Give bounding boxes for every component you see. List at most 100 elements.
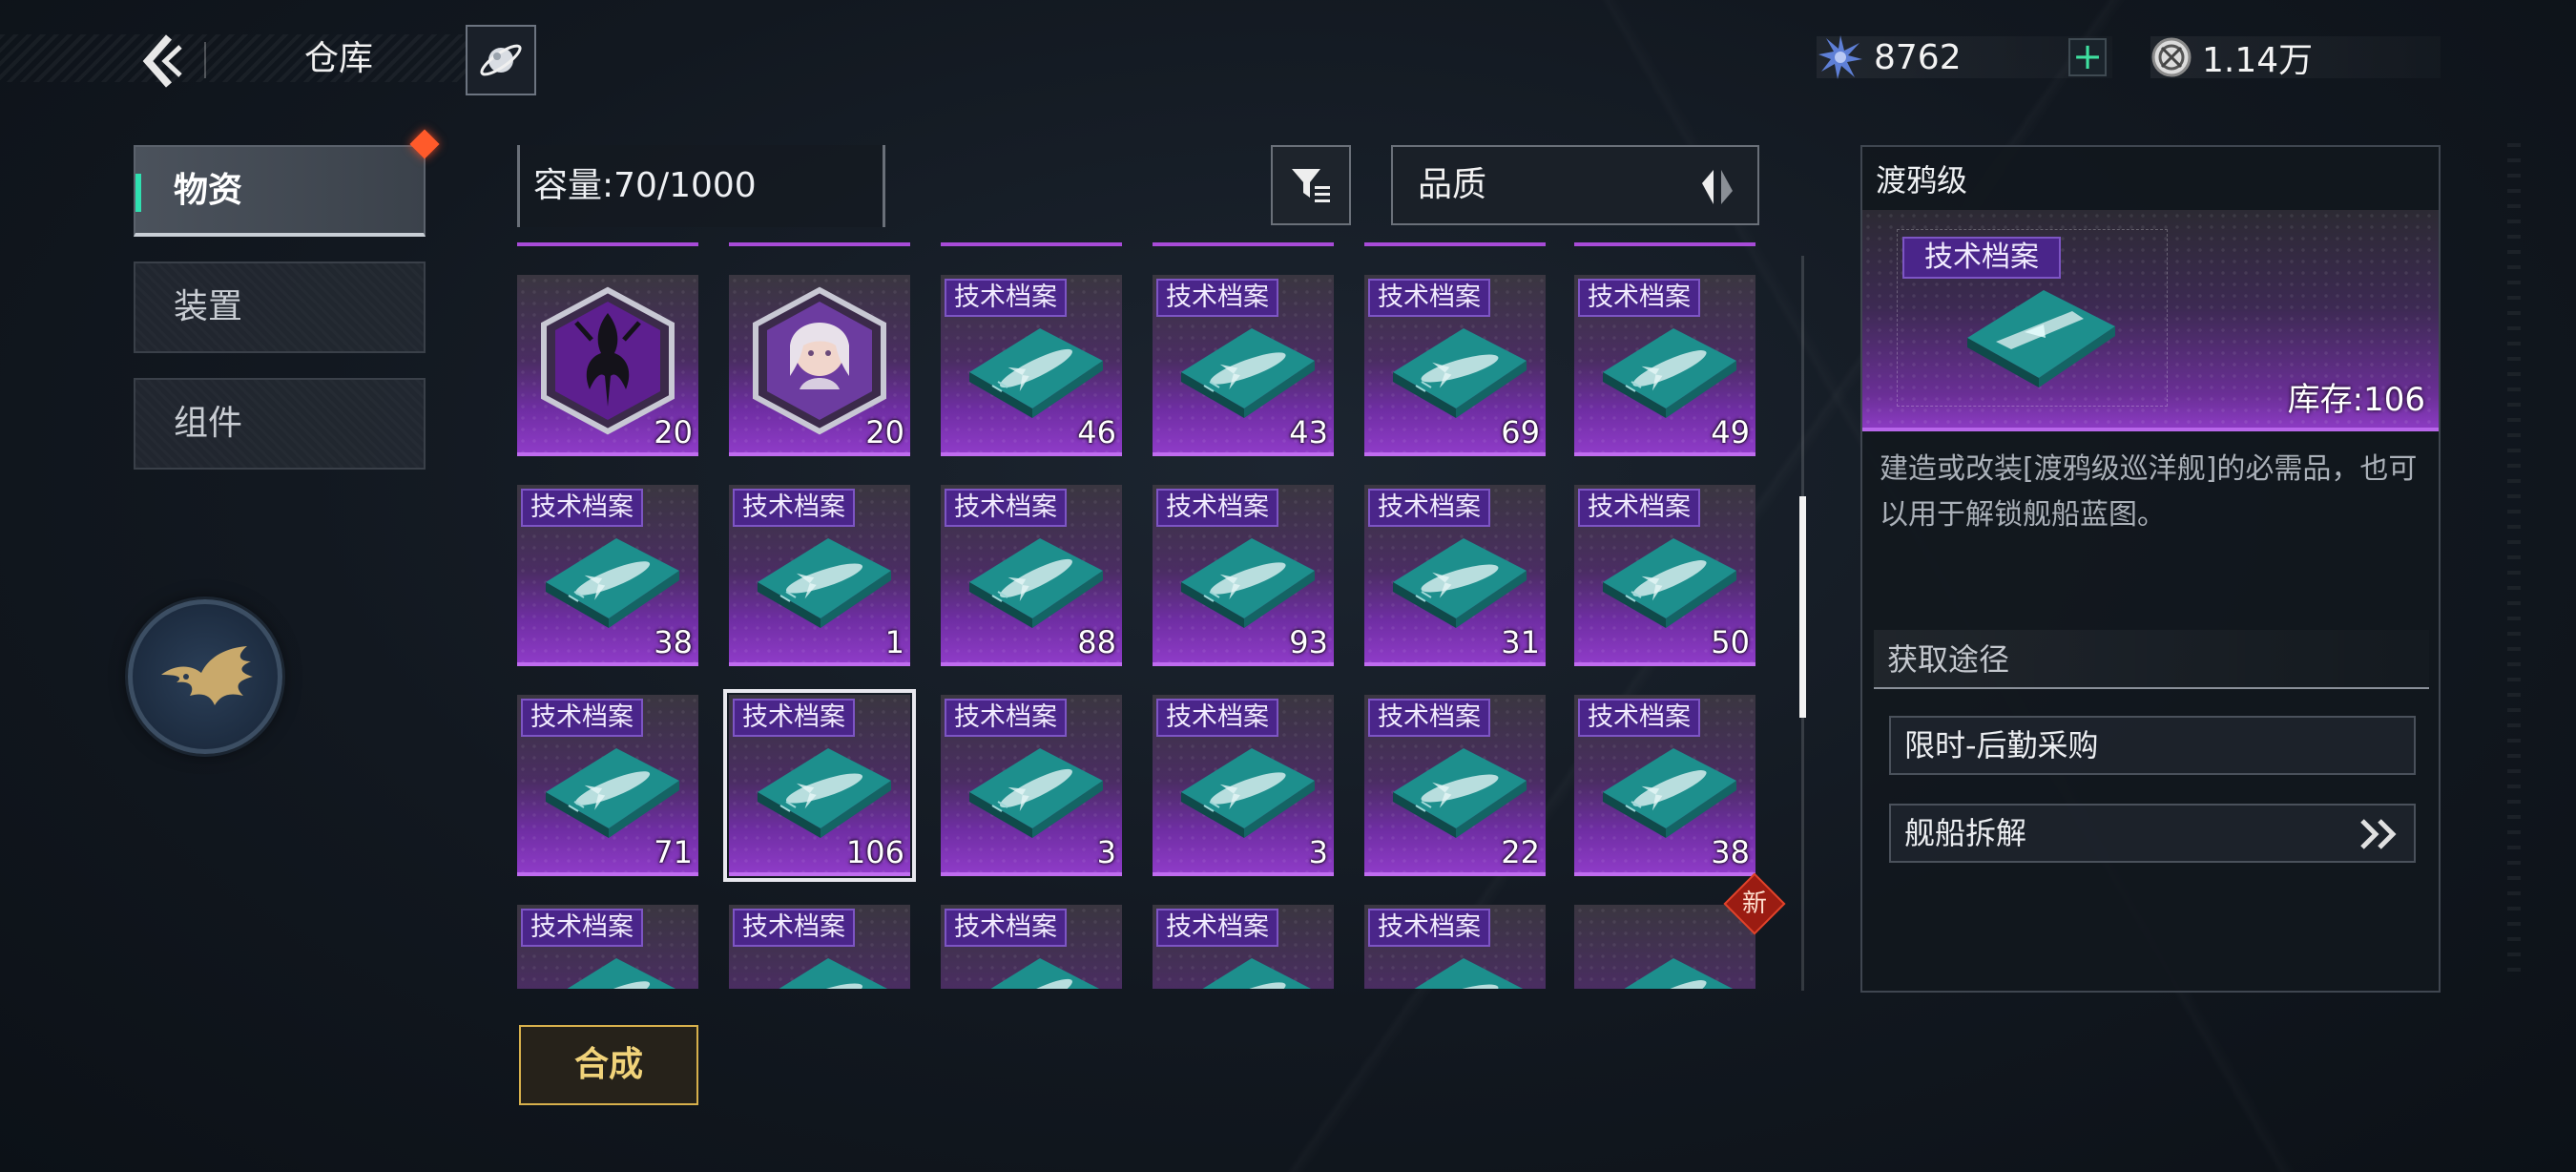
synthesize-button[interactable]: 合成	[519, 1025, 698, 1105]
inventory-item-blueprint[interactable]: 技术档案 43	[1153, 275, 1334, 456]
back-button[interactable]	[134, 27, 193, 95]
blueprint-icon	[758, 538, 891, 628]
item-category-tag: 技术档案	[945, 909, 1067, 947]
blueprint-icon	[1393, 538, 1527, 628]
item-count: 46	[1077, 414, 1116, 450]
item-count: 38	[654, 624, 693, 660]
blueprint-icon	[1624, 958, 1734, 989]
inventory-item-blueprint[interactable]: 技术档案 38	[517, 485, 698, 666]
inventory-item-blueprint[interactable]: 技术档案 3	[941, 695, 1122, 876]
item-category-tag: 技术档案	[1368, 909, 1490, 947]
faction-emblem[interactable]	[128, 599, 282, 754]
inventory-item-blueprint[interactable]: 技术档案 22	[1364, 695, 1546, 876]
item-category-tag: 技术档案	[521, 909, 643, 947]
source-label: 舰船拆解	[1904, 815, 2027, 851]
item-category-tag: 技术档案	[945, 699, 1067, 737]
row-separator	[517, 242, 698, 246]
sort-order-icon	[1702, 170, 1733, 204]
nav-item-devices[interactable]: 装置	[134, 262, 426, 353]
item-category-tag: 技术档案	[1368, 699, 1490, 737]
source-ship-dismantle[interactable]: 舰船拆解	[1889, 804, 2416, 863]
nav-item-supplies[interactable]: 物资	[134, 145, 426, 237]
inventory-item-blueprint[interactable]: 技术档案 1	[729, 485, 910, 666]
inventory-item-blueprint[interactable]: 技术档案 38	[1574, 695, 1755, 876]
blueprint-icon	[969, 748, 1103, 838]
source-limited-procurement[interactable]: 限时-后勤采购	[1889, 716, 2416, 775]
blueprint-icon	[758, 748, 891, 838]
item-category-tag: 技术档案	[1578, 699, 1700, 737]
item-count: 31	[1501, 624, 1540, 660]
inventory-item-blueprint[interactable]: 技术档案	[517, 905, 698, 989]
topbar-stripe	[0, 34, 467, 82]
inventory-item-blueprint[interactable]: 技术档案 50	[1574, 485, 1755, 666]
item-category-tag: 技术档案	[1368, 489, 1490, 527]
page-title: 仓库	[303, 39, 373, 78]
item-category-tag: 技术档案	[1156, 489, 1278, 527]
inventory-item-blueprint[interactable]: 技术档案 3	[1153, 695, 1334, 876]
coin-icon	[2151, 37, 2192, 77]
item-category-tag: 技术档案	[1368, 279, 1490, 317]
item-category-tag: 技术档案	[1578, 489, 1700, 527]
scrollbar-thumb[interactable]	[1799, 496, 1806, 718]
item-count: 71	[654, 834, 693, 870]
sort-dropdown[interactable]: 品质	[1391, 145, 1759, 225]
crystal-amount: 8762	[1874, 37, 1962, 77]
inventory-item-blueprint[interactable]: 技术档案	[1364, 905, 1546, 989]
inventory-item-blueprint[interactable]	[1574, 905, 1755, 989]
inventory-item-blueprint[interactable]: 技术档案 88	[941, 485, 1122, 666]
planet-icon	[480, 44, 522, 76]
add-crystal-button[interactable]: +	[2068, 38, 2107, 76]
row-separator	[1364, 242, 1546, 246]
coin-amount: 1.14万	[2202, 41, 2314, 80]
filter-icon	[1292, 169, 1330, 202]
capacity-display: 容量:70/1000	[517, 145, 885, 227]
inventory-item-blueprint[interactable]: 技术档案 49	[1574, 275, 1755, 456]
sort-label: 品质	[1418, 165, 1487, 204]
inventory-item-blueprint[interactable]: 技术档案 69	[1364, 275, 1546, 456]
item-detail-panel: 渡鸦级 技术档案 库存:106 建造或改装[渡鸦级巡洋舰]的必需品，也可以用于解…	[1860, 145, 2441, 993]
item-count: 1	[884, 624, 904, 660]
item-count: 22	[1501, 834, 1540, 870]
item-category-tag: 技术档案	[521, 489, 643, 527]
item-count: 38	[1711, 834, 1750, 870]
row-separator	[1153, 242, 1334, 246]
nav-item-label: 物资	[174, 171, 243, 210]
item-count: 93	[1289, 624, 1328, 660]
inventory-item-blueprint[interactable]: 技术档案 46	[941, 275, 1122, 456]
inventory-grid: 20 20 技术档案 46 技术档案 43 技术档案 69 技术档案 49 技术档案 38 技术档案 1 技…	[515, 267, 1755, 989]
item-preview: 技术档案 库存:106	[1862, 210, 2439, 431]
inventory-item-blueprint[interactable]: 技术档案	[729, 905, 910, 989]
item-count: 20	[865, 414, 904, 450]
item-count: 69	[1501, 414, 1540, 450]
inventory-item-blueprint[interactable]: 技术档案	[941, 905, 1122, 989]
blueprint-icon	[1181, 538, 1315, 628]
filter-button[interactable]	[1271, 145, 1351, 225]
item-category-tag: 技术档案	[1156, 909, 1278, 947]
row-separator	[729, 242, 910, 246]
source-label: 限时-后勤采购	[1904, 727, 2099, 764]
inventory-item-blueprint[interactable]: 技术档案 31	[1364, 485, 1546, 666]
inventory-item-hex[interactable]: 20	[729, 275, 910, 456]
planet-button[interactable]	[466, 25, 536, 95]
inventory-item-blueprint[interactable]: 技术档案 71	[517, 695, 698, 876]
inventory-item-blueprint[interactable]: 技术档案 106	[723, 689, 916, 882]
item-count: 3	[1096, 834, 1116, 870]
blueprint-icon	[1181, 328, 1315, 418]
inventory-item-blueprint[interactable]: 技术档案	[1153, 905, 1334, 989]
blueprint-icon	[969, 538, 1103, 628]
item-count: 88	[1077, 624, 1116, 660]
row-separator	[1574, 242, 1755, 246]
inventory-item-blueprint[interactable]: 技术档案 93	[1153, 485, 1334, 666]
item-category-tag: 技术档案	[945, 489, 1067, 527]
item-category-tag: 技术档案	[1156, 279, 1278, 317]
nav-item-components[interactable]: 组件	[134, 378, 426, 470]
inventory-item-hex[interactable]: 20	[517, 275, 698, 456]
nav-active-indicator	[135, 174, 141, 212]
blueprint-icon	[546, 538, 679, 628]
item-description: 建造或改装[渡鸦级巡洋舰]的必需品，也可以用于解锁舰船蓝图。	[1880, 452, 2418, 532]
blueprint-icon	[1393, 748, 1527, 838]
blueprint-icon	[1603, 538, 1736, 628]
blueprint-icon	[1393, 328, 1527, 418]
phoenix-icon	[161, 646, 253, 705]
nav-item-label: 组件	[174, 404, 243, 443]
